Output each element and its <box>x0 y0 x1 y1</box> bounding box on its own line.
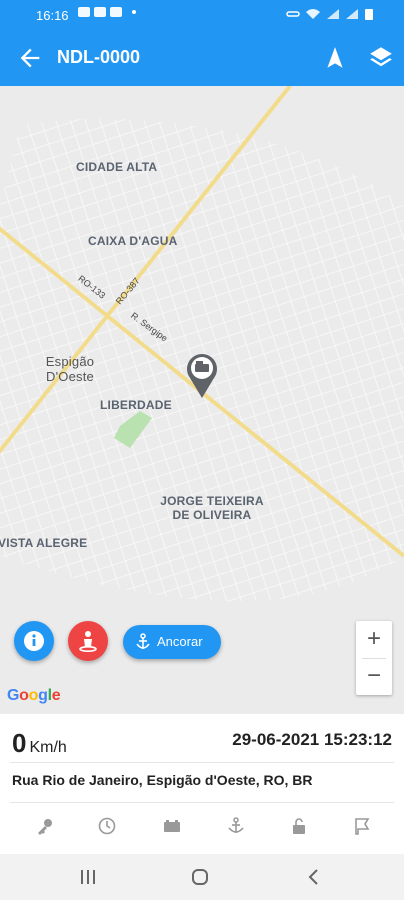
anchor-action-icon[interactable] <box>226 816 246 836</box>
info-icon <box>24 631 44 651</box>
key-icon[interactable] <box>35 816 55 836</box>
map-label-jorge-teixeira: JORGE TEIXEIRA DE OLIVEIRA <box>160 494 264 522</box>
zoom-control: + − <box>356 621 392 695</box>
vehicle-marker-icon[interactable] <box>185 352 219 400</box>
unlock-icon[interactable] <box>289 816 309 836</box>
info-button[interactable] <box>14 621 54 661</box>
map-canvas <box>0 86 404 714</box>
message-icon <box>94 7 106 17</box>
speed-display: 0 Km/h <box>12 728 67 759</box>
history-clock-icon[interactable] <box>97 816 117 836</box>
zoom-in-button[interactable]: + <box>356 621 392 658</box>
page-title: NDL-0000 <box>57 47 141 67</box>
anchor-button-label: Ancorar <box>157 634 203 649</box>
person-pin-icon <box>79 631 97 652</box>
status-system-icons <box>286 7 374 21</box>
zoom-out-button[interactable]: − <box>356 658 392 695</box>
vehicle-info-panel: 0 Km/h 29-06-2021 15:23:12 Rua Rio de Jan… <box>0 714 404 854</box>
zoom-divider <box>362 658 386 659</box>
anchor-icon <box>136 633 150 649</box>
map-label-cidade-alta: CIDADE ALTA <box>76 160 158 174</box>
navigation-icon[interactable] <box>322 45 348 71</box>
wifi-icon <box>306 9 320 19</box>
action-bar <box>0 810 404 840</box>
status-notification-icons <box>78 7 136 17</box>
speed-value: 0 <box>12 728 27 758</box>
flag-icon[interactable] <box>352 816 372 836</box>
signal-icon <box>327 9 339 19</box>
more-dot-icon <box>132 10 136 14</box>
home-icon[interactable] <box>191 868 209 886</box>
status-time: 16:16 <box>36 8 69 23</box>
signal-icon-2 <box>346 9 358 19</box>
last-update-datetime: 29-06-2021 15:23:12 <box>232 730 392 749</box>
youtube-icon <box>110 7 122 17</box>
back-arrow-icon[interactable] <box>16 44 44 72</box>
anchor-button[interactable]: Ancorar <box>123 625 221 659</box>
system-navigation-bar <box>0 854 404 900</box>
link-icon <box>286 11 300 17</box>
gallery-icon <box>78 7 90 17</box>
google-logo: Google <box>7 687 61 704</box>
back-nav-icon[interactable] <box>307 868 319 886</box>
divider <box>10 762 394 763</box>
map-label-liberdade: LIBERDADE <box>100 398 172 412</box>
divider <box>10 802 394 803</box>
speed-unit: Km/h <box>29 739 67 756</box>
vehicle-address: Rua Rio de Janeiro, Espigão d'Oeste, RO,… <box>12 772 313 788</box>
map-view[interactable]: CIDADE ALTA CAIXA D'AGUA Espigão D'Oeste… <box>0 86 404 714</box>
battery-icon <box>365 9 373 20</box>
map-label-caixa-dagua: CAIXA D'AGUA <box>88 234 178 248</box>
app-bar: NDL-0000 <box>0 30 404 86</box>
vehicle-battery-icon[interactable] <box>162 816 182 836</box>
layers-icon[interactable] <box>368 44 394 70</box>
status-bar: 16:16 <box>0 0 404 30</box>
location-person-button[interactable] <box>68 621 108 661</box>
map-label-espigao-doeste: Espigão D'Oeste <box>45 354 95 384</box>
recent-apps-icon[interactable] <box>80 868 96 886</box>
map-label-vista-alegre: VISTA ALEGRE <box>0 536 88 550</box>
